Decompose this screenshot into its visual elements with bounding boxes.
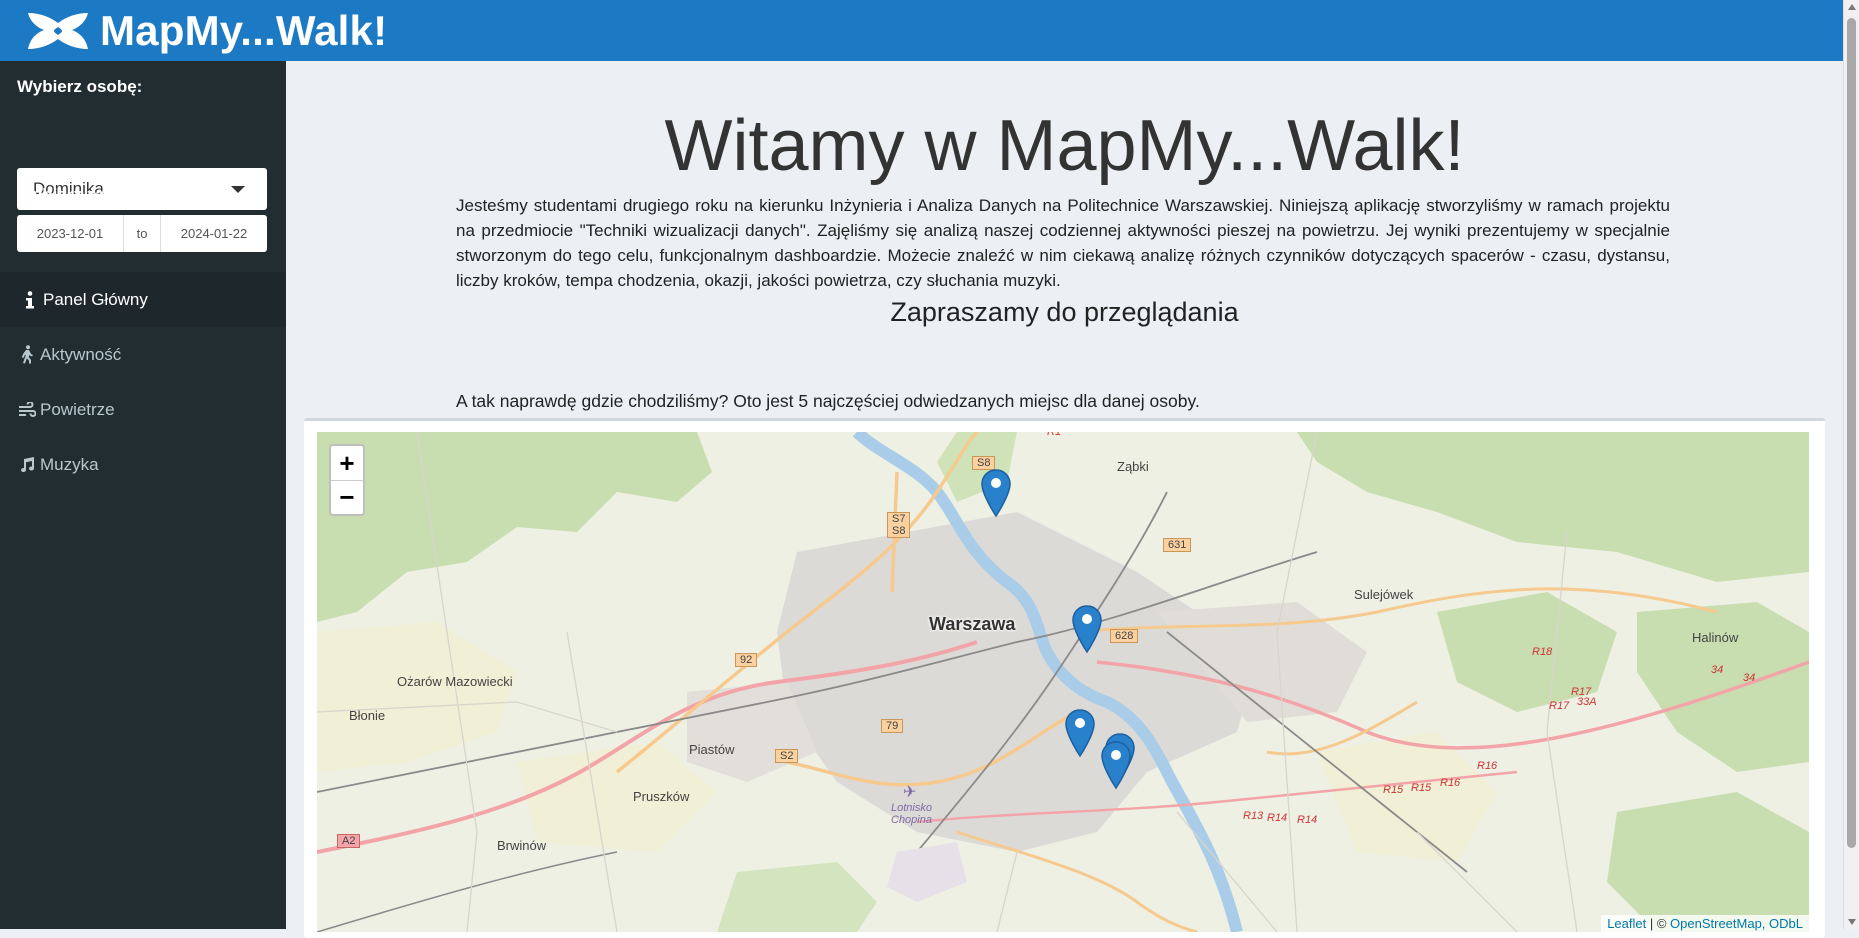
scroll-down-icon[interactable] (1848, 919, 1856, 925)
road-shield: 628 (1110, 629, 1139, 643)
road-shield: 92 (735, 653, 758, 667)
map-label-piastow: Piastów (689, 742, 735, 757)
map-label-ozarow: Ożarów Mazowiecki (397, 674, 513, 689)
map-marker-icon[interactable] (1064, 708, 1096, 758)
map-label-pruszkow: Pruszków (633, 789, 690, 804)
scroll-thumb[interactable] (1847, 18, 1856, 848)
road-label: 33A (1577, 696, 1597, 708)
road-shield-line: S7 (892, 513, 906, 525)
sidebar-item-label: Panel Główny (43, 289, 148, 309)
map-box: Ząbki Warszawa Sulejówek Halinów Ożarów … (304, 418, 1825, 938)
map-label-lotnisko-line2: Chopina (891, 814, 932, 826)
road-label: R16 (1440, 777, 1461, 789)
road-label: R17 (1549, 700, 1570, 712)
road-label: 34 (1711, 664, 1724, 676)
sidebar-menu: Panel Główny Aktywność Powietrze Muzyka (0, 272, 286, 492)
under-armour-logo-icon (28, 12, 88, 49)
road-label: R1 (1047, 432, 1062, 438)
zoom-control: + − (329, 444, 365, 516)
sidebar-item-label: Powietrze (40, 399, 115, 419)
date-range-label: Wybierz zakres dat: (17, 185, 176, 204)
road-label: R16 (1477, 760, 1498, 772)
road-label: R14 (1297, 814, 1318, 826)
map-caption: A tak naprawdę gdzie chodziliśmy? Oto je… (456, 391, 1200, 411)
app-title: MapMy...Walk! (100, 6, 388, 54)
date-start-input[interactable]: 2023-12-01 (17, 215, 123, 252)
caret-down-icon (231, 186, 245, 193)
info-icon (21, 290, 39, 310)
page-scrollbar[interactable] (1843, 0, 1859, 929)
map-marker-icon[interactable] (1071, 604, 1103, 654)
map-marker-icon[interactable] (1100, 740, 1132, 790)
road-label: R14 (1267, 812, 1288, 824)
map-label-warszawa: Warszawa (929, 614, 1016, 634)
road-shield: S7 S8 (887, 512, 911, 538)
scroll-up-icon[interactable] (1848, 4, 1856, 10)
wind-icon (18, 400, 36, 420)
road-shield: 79 (881, 719, 904, 733)
road-shield: S2 (775, 749, 799, 763)
date-end-input[interactable]: 2024-01-22 (161, 215, 267, 252)
map-label-zabki: Ząbki (1117, 459, 1149, 474)
zoom-in-button[interactable]: + (331, 446, 363, 480)
map-label-halinow: Halinów (1692, 630, 1739, 645)
sidebar-item-panel-glowny[interactable]: Panel Główny (0, 272, 286, 327)
map-label-sulejowek: Sulejówek (1354, 587, 1414, 602)
map-label-brwinow: Brwinów (497, 838, 547, 853)
map-tiles (317, 432, 1809, 932)
map-label-lotnisko-line1: Lotnisko (891, 802, 932, 814)
sidebar: Wybierz osobę: Dominika Wybierz zakres d… (0, 61, 286, 929)
person-select-label: Wybierz osobę: (17, 77, 143, 96)
road-shield: 631 (1163, 538, 1192, 552)
sidebar-item-aktywnosc[interactable]: Aktywność (0, 327, 286, 382)
sidebar-item-label: Aktywność (40, 344, 122, 364)
map-attribution: Leaflet | © OpenStreetMap, ODbL (1601, 915, 1809, 932)
road-label: R15 (1383, 784, 1404, 796)
airport-icon: ✈ (903, 784, 917, 801)
road-label: 34 (1743, 672, 1756, 684)
road-shield: A2 (337, 834, 361, 848)
map-label-blonie: Błonie (349, 708, 386, 723)
app-logo[interactable]: MapMy...Walk! (0, 0, 387, 61)
map-label-lotnisko: Lotnisko Chopina (891, 802, 932, 826)
road-label: R15 (1411, 782, 1432, 794)
date-range-input: 2023-12-01 to 2024-01-22 (17, 215, 267, 252)
main-content: Witamy w MapMy...Walk! Jesteśmy studenta… (286, 61, 1843, 938)
road-label: R13 (1243, 810, 1264, 822)
header-bar: MapMy...Walk! (0, 0, 1843, 61)
page-subtitle: Zapraszamy do przeglądania (890, 297, 1239, 327)
sidebar-item-powietrze[interactable]: Powietrze (0, 382, 286, 437)
road-label: R18 (1532, 646, 1553, 658)
road-shield-line: S8 (892, 525, 906, 537)
map-marker-icon[interactable] (980, 468, 1012, 518)
music-icon (18, 455, 36, 475)
page-title: Witamy w MapMy...Walk! (664, 106, 1465, 186)
date-range-separator: to (123, 215, 161, 252)
sidebar-item-label: Muzyka (40, 454, 99, 474)
leaflet-map[interactable]: Ząbki Warszawa Sulejówek Halinów Ożarów … (317, 432, 1809, 932)
zoom-out-button[interactable]: − (331, 480, 363, 514)
sidebar-item-muzyka[interactable]: Muzyka (0, 437, 286, 492)
intro-paragraph: Jesteśmy studentami drugiego roku na kie… (456, 196, 1670, 290)
walking-icon (18, 345, 36, 365)
